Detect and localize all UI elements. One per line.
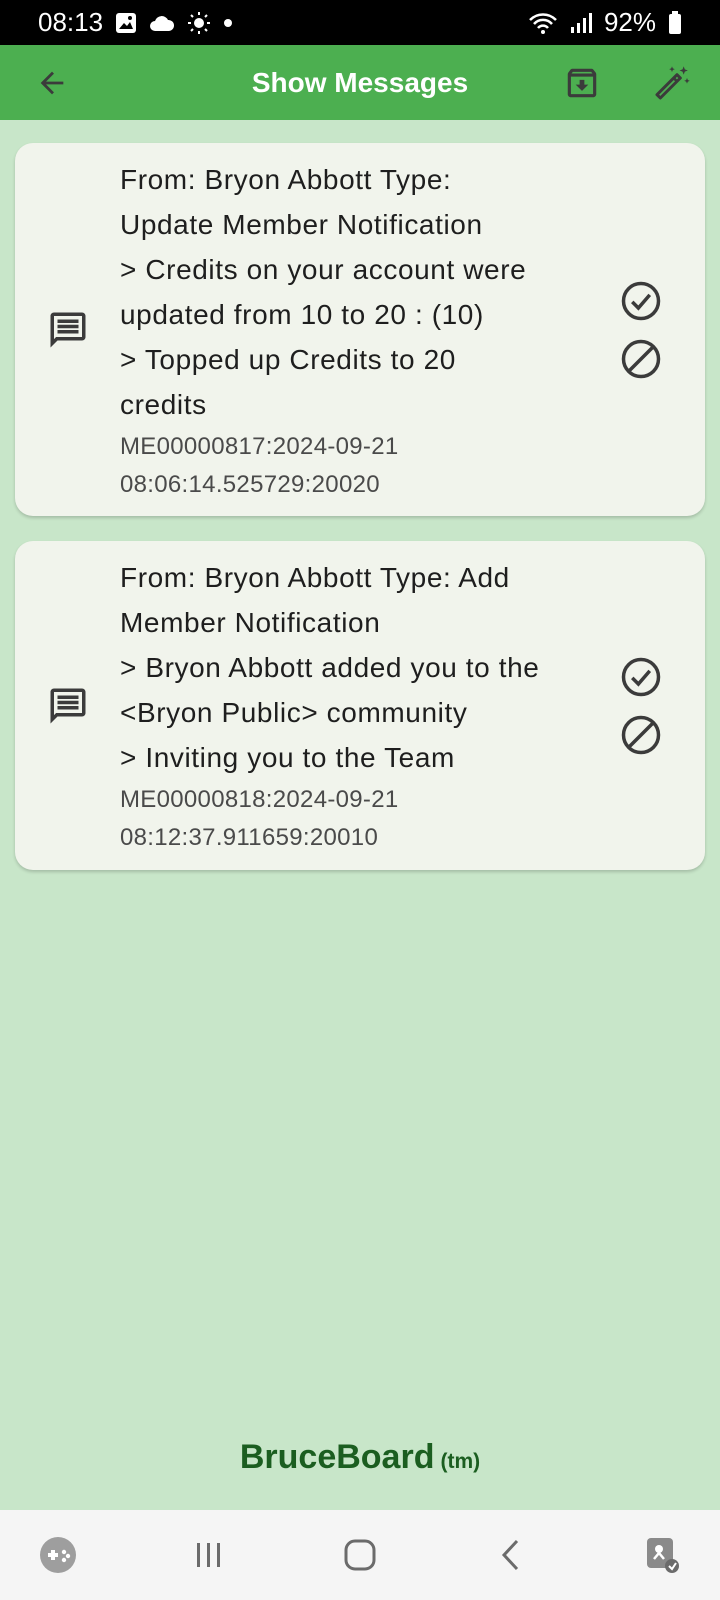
message-id: ME00000817:2024-09-21 (120, 432, 399, 460)
message-line: > Topped up Credits to 20 (120, 343, 456, 375)
battery-icon (668, 10, 682, 35)
reject-button[interactable] (619, 713, 663, 757)
accessibility-button[interactable] (622, 1515, 702, 1595)
game-launcher-button[interactable] (18, 1515, 98, 1595)
status-left: 08:13 (38, 7, 233, 38)
message-id: ME00000818:2024-09-21 (120, 786, 399, 813)
status-right: 92% (528, 7, 682, 38)
dot-icon (223, 18, 233, 28)
back-button[interactable] (16, 47, 88, 119)
check-circle-icon (621, 657, 661, 696)
message-icon (50, 688, 85, 723)
message-line: <Bryon Public> community (120, 697, 468, 728)
home-button[interactable] (320, 1515, 400, 1595)
message-card[interactable]: From: Bryon Abbott Type: Add Member Noti… (15, 541, 705, 870)
system-nav-bar (0, 1510, 720, 1600)
message-line: credits (120, 388, 207, 420)
message-body: From: Bryon Abbott Type: Update Member N… (120, 139, 577, 521)
message-line: Member Notification (120, 607, 381, 638)
back-nav-button[interactable] (471, 1515, 551, 1595)
message-line: Update Member Notification (120, 208, 483, 240)
magic-wand-button[interactable] (636, 47, 708, 119)
gallery-icon (115, 12, 137, 34)
accept-button[interactable] (619, 655, 663, 699)
archive-button[interactable] (546, 47, 618, 119)
block-icon (621, 715, 661, 754)
message-line: updated from 10 to 20 : (10) (120, 298, 484, 330)
app-bar: Show Messages (0, 45, 720, 120)
message-line: > Credits on your account were (120, 253, 527, 285)
message-line: From: Bryon Abbott Type: Add (120, 562, 510, 593)
message-body: From: Bryon Abbott Type: Add Member Noti… (120, 537, 577, 874)
message-line: From: Bryon Abbott Type: (120, 163, 452, 195)
app-bar-actions (546, 47, 708, 119)
status-time: 08:13 (38, 7, 104, 37)
back-icon (501, 1539, 519, 1571)
signal-icon (570, 12, 592, 34)
reject-button[interactable] (619, 337, 663, 381)
brand-name: BruceBoard (239, 1438, 435, 1476)
card-lead (15, 685, 120, 727)
magic-wand-icon (655, 65, 690, 99)
message-line: > Bryon Abbott added you to the (120, 652, 540, 683)
back-arrow-icon (40, 71, 64, 94)
game-launcher-icon (40, 1537, 76, 1573)
card-actions (577, 279, 705, 381)
archive-download-icon (567, 68, 597, 97)
cloud-icon (149, 14, 175, 32)
accessibility-icon (647, 1538, 679, 1573)
status-bar: 08:13 92% (0, 0, 720, 45)
message-icon (50, 312, 85, 347)
block-icon (621, 339, 661, 378)
wifi-icon (528, 11, 558, 35)
brand-footer: BruceBoard (tm) (0, 1438, 720, 1477)
message-card[interactable]: From: Bryon Abbott Type: Update Member N… (15, 143, 705, 516)
recent-apps-button[interactable] (169, 1515, 249, 1595)
message-line: > Inviting you to the Team (120, 742, 455, 773)
check-circle-icon (621, 281, 661, 320)
brand-trademark: (tm) (440, 1450, 481, 1473)
battery-percent: 92% (603, 7, 656, 37)
brightness-icon (187, 11, 211, 35)
home-icon (344, 1539, 376, 1571)
card-actions (577, 655, 705, 757)
recent-apps-icon (197, 1543, 220, 1567)
card-lead (15, 309, 120, 351)
accept-button[interactable] (619, 279, 663, 323)
message-id: 08:12:37.911659:20010 (120, 824, 379, 851)
message-id: 08:06:14.525729:20020 (120, 470, 380, 498)
